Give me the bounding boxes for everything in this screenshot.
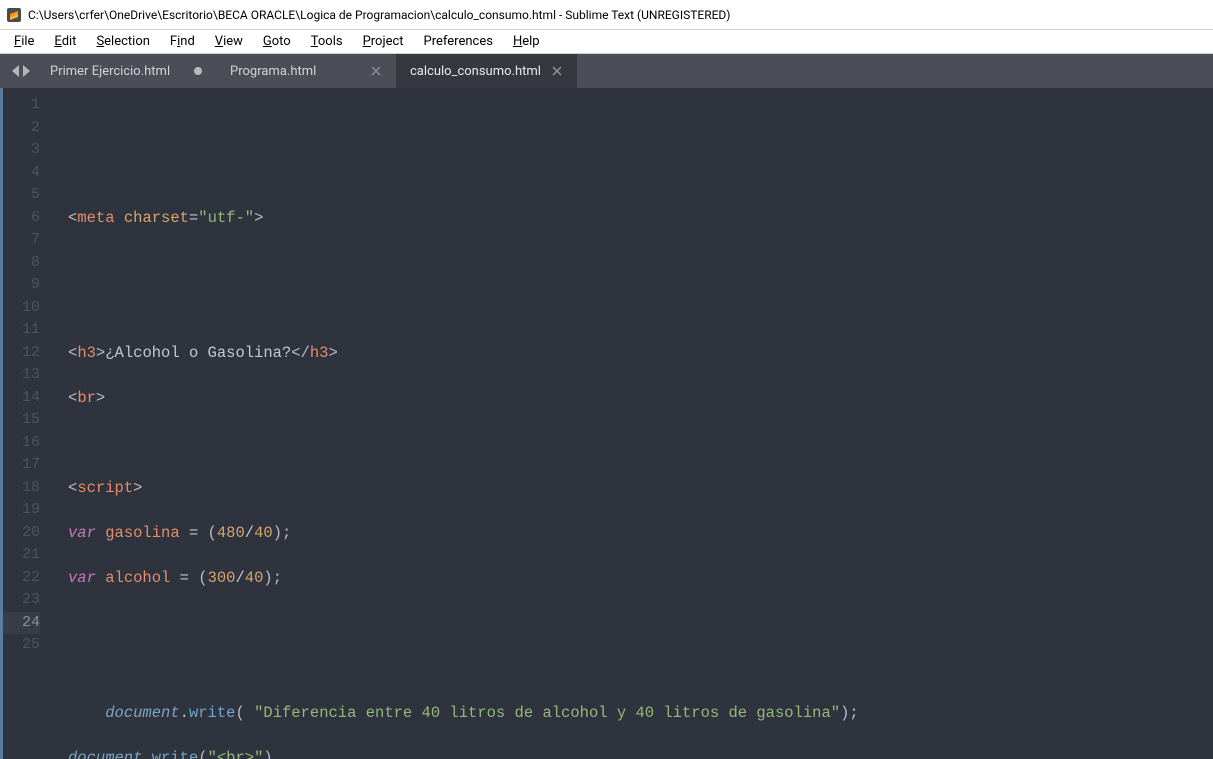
menu-file[interactable]: File bbox=[4, 32, 44, 51]
menu-project[interactable]: Project bbox=[353, 32, 414, 51]
titlebar: C:\Users\crfer\OneDrive\Escritorio\BECA … bbox=[0, 0, 1213, 30]
tab-label: Programa.html bbox=[230, 64, 316, 79]
menu-goto[interactable]: Goto bbox=[253, 32, 301, 51]
gutter: 12345 678910 1112131415 1617181920 21222… bbox=[0, 88, 50, 759]
menu-view[interactable]: View bbox=[205, 32, 253, 51]
dirty-indicator-icon bbox=[194, 67, 202, 75]
tab-prev-icon[interactable] bbox=[12, 65, 19, 77]
menubar: File Edit Selection Find View Goto Tools… bbox=[0, 30, 1213, 54]
tab-calculo-consumo[interactable]: calculo_consumo.html bbox=[396, 54, 577, 88]
menu-tools[interactable]: Tools bbox=[301, 32, 353, 51]
close-icon[interactable] bbox=[551, 65, 563, 77]
tab-primer-ejercicio[interactable]: Primer Ejercicio.html bbox=[36, 54, 216, 88]
menu-preferences[interactable]: Preferences bbox=[414, 32, 503, 51]
tab-label: calculo_consumo.html bbox=[410, 64, 541, 79]
menu-find[interactable]: Find bbox=[160, 32, 205, 51]
tab-programa[interactable]: Programa.html bbox=[216, 54, 396, 88]
tabbar: Primer Ejercicio.html Programa.html calc… bbox=[0, 54, 1213, 88]
tab-label: Primer Ejercicio.html bbox=[50, 64, 170, 79]
code-area[interactable]: <meta charset="utf-"> <h3>¿Alcohol o Gas… bbox=[50, 88, 1213, 759]
menu-help[interactable]: Help bbox=[503, 32, 550, 51]
editor[interactable]: 12345 678910 1112131415 1617181920 21222… bbox=[0, 88, 1213, 759]
menu-selection[interactable]: Selection bbox=[86, 32, 159, 51]
tab-nav bbox=[6, 54, 36, 88]
menu-edit[interactable]: Edit bbox=[44, 32, 86, 51]
sublime-icon bbox=[6, 7, 22, 23]
close-icon[interactable] bbox=[370, 65, 382, 77]
window-title: C:\Users\crfer\OneDrive\Escritorio\BECA … bbox=[28, 8, 730, 22]
tab-next-icon[interactable] bbox=[23, 65, 30, 77]
